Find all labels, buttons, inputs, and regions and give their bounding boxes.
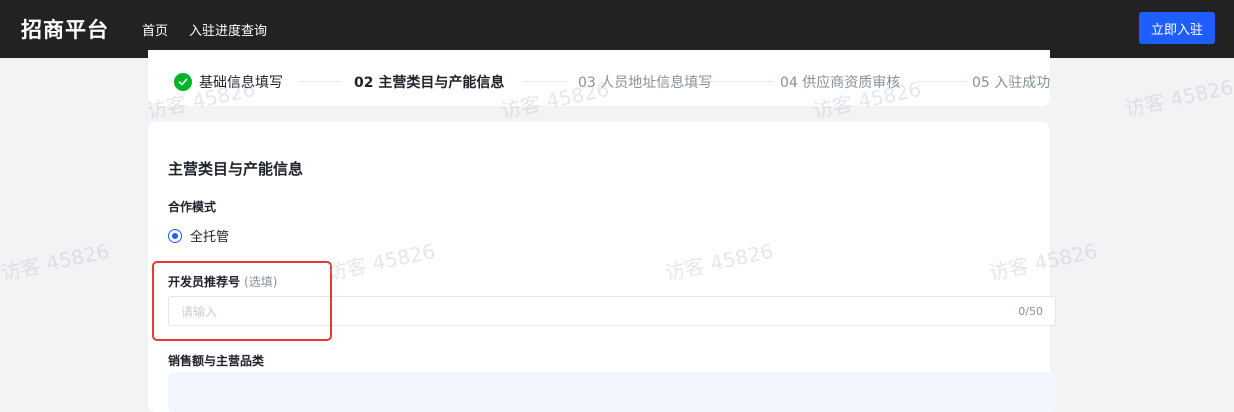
step-connector [522,81,568,82]
cooperation-mode-label: 合作模式 [168,200,217,214]
sales-category-label: 销售额与主营品类 [168,354,265,368]
step-label: 03 人员地址信息填写 [578,75,713,91]
step-connector [298,81,342,82]
step-label: 02 主营类目与产能信息 [354,75,505,91]
step-personnel-address: 03 人员地址信息填写 [578,72,712,92]
step-category-capacity: 02 主营类目与产能信息 [354,72,504,92]
radio-dot-icon [172,232,178,239]
main-nav: 首页 入驻进度查询 [142,20,288,39]
watermark-text: 访客 45826 [0,238,112,286]
step-connector [918,81,968,82]
section-title: 主营类目与产能信息 [168,160,304,178]
step-label: 05 入驻成功 [972,75,1051,91]
watermark-text: 访客 45826 [1122,74,1234,122]
sales-category-panel [168,372,1056,412]
highlight-annotation-box [152,261,332,341]
radio-button[interactable] [168,228,182,243]
nav-progress-query-link[interactable]: 入驻进度查询 [189,20,267,39]
char-counter: 0/50 [1018,304,1043,318]
step-basic-info: 基础信息填写 [174,72,283,92]
join-now-button[interactable]: 立即入驻 [1139,12,1215,44]
step-onboarding-success: 05 入驻成功 [972,72,1050,92]
step-qualification-review: 04 供应商资质审核 [780,72,900,92]
app-logo: 招商平台 [21,18,109,42]
step-connector [708,81,774,82]
step-label: 基础信息填写 [199,75,283,91]
nav-home-link[interactable]: 首页 [142,20,168,39]
steps-progress: 基础信息填写 02 主营类目与产能信息 03 人员地址信息填写 04 供应商资质… [148,50,1050,106]
cooperation-mode-option[interactable]: 全托管 [168,226,229,245]
radio-label: 全托管 [190,230,230,245]
check-circle-icon [174,73,192,91]
step-label: 04 供应商资质审核 [780,75,901,91]
